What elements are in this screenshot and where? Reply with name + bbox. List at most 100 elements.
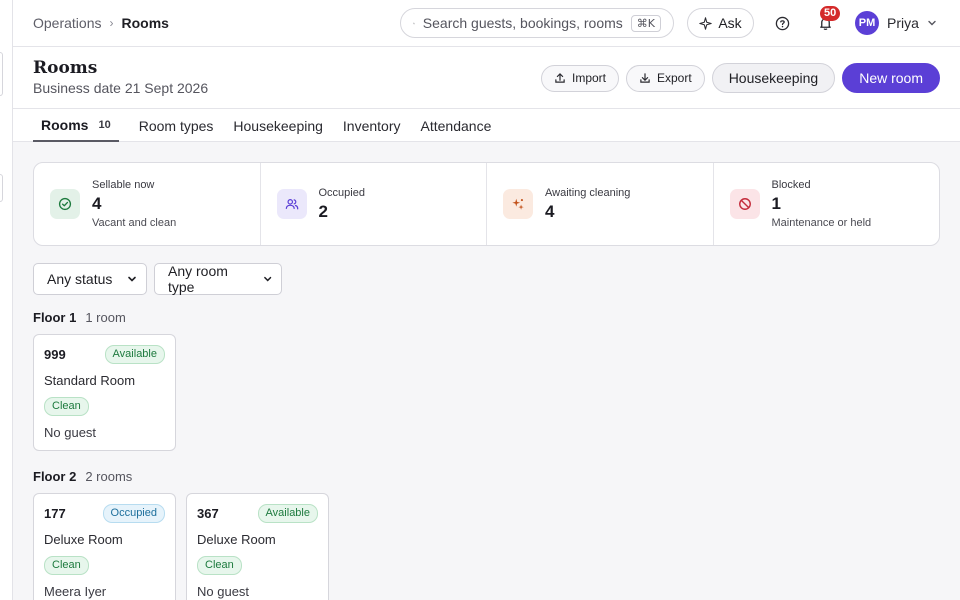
stat-note: Vacant and clean bbox=[92, 217, 177, 229]
stat-blocked: Blocked 1 Maintenance or held bbox=[714, 163, 940, 245]
status-filter-value: Any status bbox=[47, 271, 113, 287]
room-card[interactable]: 177 Occupied Deluxe Room Clean Meera Iye… bbox=[33, 493, 176, 600]
tab-count-badge: 10 bbox=[98, 118, 111, 131]
floor-name: Floor 1 bbox=[33, 310, 77, 325]
export-label: Export bbox=[657, 71, 692, 85]
chevron-down-icon bbox=[263, 276, 271, 282]
room-type: Deluxe Room bbox=[197, 532, 276, 547]
stat-label: Awaiting cleaning bbox=[545, 186, 631, 199]
floor-heading: Floor 2 2 rooms bbox=[33, 469, 940, 484]
search-shortcut: ⌘K bbox=[630, 14, 661, 32]
import-button[interactable]: Import bbox=[540, 64, 619, 92]
room-grid: 999 Available Standard Room Clean No gue… bbox=[33, 334, 940, 451]
main-area: Operations › Rooms Search guests, bookin… bbox=[13, 0, 960, 600]
tab-room-types[interactable]: Room types bbox=[139, 109, 214, 142]
ask-label: Ask bbox=[718, 15, 742, 31]
filters: Any status Any room type bbox=[33, 263, 940, 295]
sidebar-handle[interactable] bbox=[0, 52, 3, 96]
new-room-label: New room bbox=[859, 70, 923, 86]
stat-awaiting-cleaning: Awaiting cleaning 4 bbox=[487, 163, 714, 245]
room-number: 177 bbox=[44, 506, 66, 521]
room-type-filter-select[interactable]: Any room type bbox=[154, 263, 282, 295]
sidebar-active-indicator bbox=[0, 174, 3, 202]
floor-room-count: 2 rooms bbox=[85, 469, 133, 484]
housekeeping-label: Housekeeping bbox=[728, 70, 819, 86]
room-grid: 177 Occupied Deluxe Room Clean Meera Iye… bbox=[33, 493, 940, 600]
search-placeholder: Search guests, bookings, rooms bbox=[422, 15, 623, 31]
floor-room-count: 1 room bbox=[85, 310, 126, 325]
stat-value: 2 bbox=[318, 201, 328, 221]
search-input[interactable]: Search guests, bookings, rooms ⌘K bbox=[400, 8, 674, 38]
import-label: Import bbox=[571, 71, 606, 85]
breadcrumb-current: Rooms bbox=[121, 15, 169, 31]
check-circle-icon bbox=[50, 189, 80, 219]
ban-icon bbox=[729, 189, 760, 219]
sidebar-collapsed bbox=[0, 0, 13, 600]
stat-value: 4 bbox=[545, 201, 555, 221]
page-title: Rooms bbox=[33, 58, 98, 78]
stat-value: 4 bbox=[92, 194, 102, 213]
stat-note: Maintenance or held bbox=[771, 217, 872, 229]
tab-attendance[interactable]: Attendance bbox=[421, 109, 492, 142]
export-button[interactable]: Export bbox=[626, 64, 705, 92]
clean-badge: Clean bbox=[44, 556, 89, 575]
ask-button[interactable]: Ask bbox=[687, 8, 754, 38]
tab-housekeeping[interactable]: Housekeeping bbox=[233, 109, 323, 142]
status-badge: Available bbox=[257, 504, 318, 523]
floor-name: Floor 2 bbox=[33, 469, 77, 484]
room-guest: No guest bbox=[197, 584, 250, 599]
stat-occupied: Occupied 2 bbox=[261, 163, 487, 245]
status-badge: Available bbox=[104, 345, 165, 364]
help-button[interactable] bbox=[771, 12, 793, 34]
room-guest: No guest bbox=[44, 425, 97, 440]
stat-label: Sellable now bbox=[92, 179, 155, 191]
sparkle-icon bbox=[699, 16, 713, 30]
stat-sellable: Sellable now 4 Vacant and clean bbox=[34, 163, 261, 245]
tab-inventory[interactable]: Inventory bbox=[343, 109, 401, 142]
clean-badge: Clean bbox=[44, 397, 89, 416]
user-name: Priya bbox=[887, 15, 919, 31]
stat-label: Blocked bbox=[771, 179, 811, 191]
upload-icon bbox=[555, 73, 565, 83]
chevron-right-icon: › bbox=[109, 16, 114, 30]
room-card[interactable]: 999 Available Standard Room Clean No gue… bbox=[33, 334, 176, 451]
avatar: PM bbox=[855, 11, 879, 35]
tab-label: Room types bbox=[138, 117, 214, 134]
tab-bar: Rooms 10 Room types Housekeeping Invento… bbox=[13, 109, 960, 142]
room-card[interactable]: 367 Available Deluxe Room Clean No guest bbox=[186, 493, 329, 600]
room-number: 999 bbox=[44, 347, 66, 362]
notification-count-badge: 50 bbox=[820, 6, 841, 21]
room-type: Standard Room bbox=[44, 373, 136, 388]
new-room-button[interactable]: New room bbox=[842, 63, 940, 93]
top-bar: Operations › Rooms Search guests, bookin… bbox=[13, 0, 960, 47]
header-actions: Import Export Housekeeping New room bbox=[540, 63, 940, 93]
stats-panel: Sellable now 4 Vacant and clean Occupied… bbox=[33, 162, 940, 246]
page-header: Rooms Business date 21 Sept 2026 Import … bbox=[13, 47, 960, 109]
tab-label: Rooms bbox=[41, 116, 89, 133]
room-type-filter-value: Any room type bbox=[168, 263, 228, 295]
sparkle-icon bbox=[503, 189, 533, 219]
chevron-down-icon bbox=[928, 20, 936, 26]
status-badge: Occupied bbox=[102, 504, 165, 523]
download-icon bbox=[640, 73, 650, 83]
stat-value: 1 bbox=[771, 194, 781, 213]
breadcrumb: Operations › Rooms bbox=[33, 15, 169, 31]
tab-label: Inventory bbox=[342, 117, 401, 134]
business-date: Business date 21 Sept 2026 bbox=[33, 80, 209, 96]
room-guest: Meera Iyer bbox=[44, 584, 107, 599]
tab-rooms[interactable]: Rooms 10 bbox=[33, 109, 119, 142]
tab-label: Attendance bbox=[420, 117, 492, 134]
floor-heading: Floor 1 1 room bbox=[33, 310, 940, 325]
housekeeping-button[interactable]: Housekeeping bbox=[711, 63, 836, 93]
chevron-down-icon bbox=[128, 276, 136, 282]
content: Sellable now 4 Vacant and clean Occupied… bbox=[13, 142, 960, 600]
room-type: Deluxe Room bbox=[44, 532, 123, 547]
tab-label: Housekeeping bbox=[233, 117, 323, 134]
breadcrumb-parent[interactable]: Operations bbox=[33, 15, 101, 31]
status-filter-select[interactable]: Any status bbox=[33, 263, 147, 295]
room-number: 367 bbox=[197, 506, 219, 521]
clean-badge: Clean bbox=[197, 556, 242, 575]
user-menu[interactable]: PM Priya bbox=[855, 11, 937, 35]
stat-label: Occupied bbox=[318, 186, 365, 199]
help-circle-icon bbox=[775, 16, 789, 30]
